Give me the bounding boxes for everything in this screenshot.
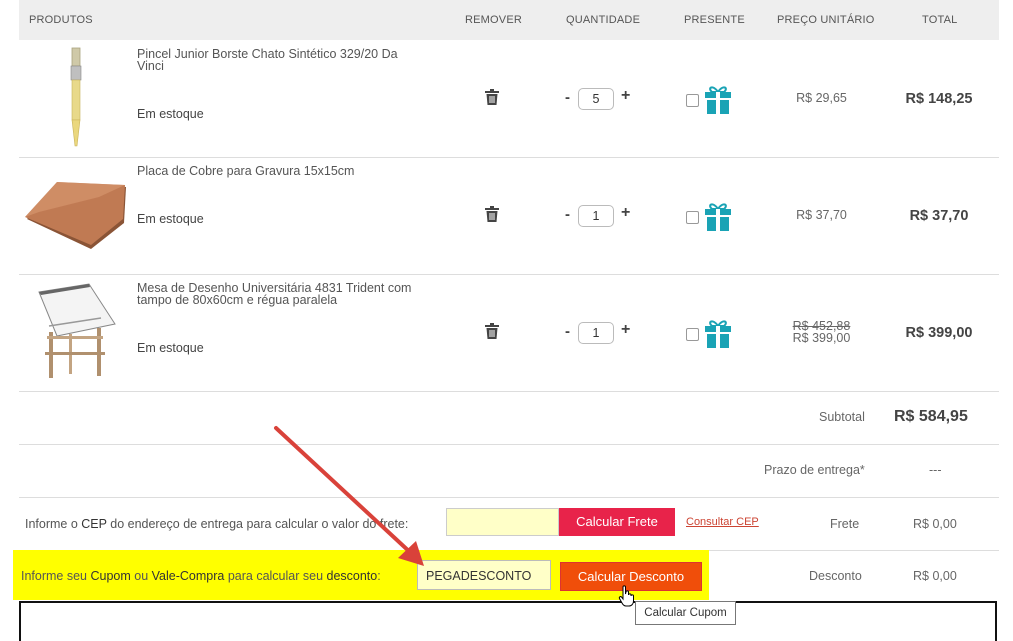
line-total: R$ 37,70	[909, 208, 969, 224]
coupon-text-cupom: Cupom	[90, 569, 131, 583]
calculate-shipping-button[interactable]: Calcular Frete	[559, 508, 675, 536]
delivery-time-row: Prazo de entrega* ---	[19, 445, 999, 498]
unit-price: R$ 29,65	[759, 91, 884, 105]
coupon-text-1: Informe seu	[21, 569, 91, 583]
subtotal-row: Subtotal R$ 584,95	[19, 391, 999, 445]
trash-icon[interactable]	[485, 323, 499, 339]
unit-price-value: R$ 29,65	[796, 91, 847, 105]
subtotal-value: R$ 584,95	[894, 408, 968, 425]
unit-price: R$ 452,88 R$ 399,00	[759, 320, 884, 345]
hand-pointer-icon	[618, 585, 634, 607]
cep-input[interactable]	[446, 508, 559, 536]
coupon-text-3: para calcular seu	[224, 569, 327, 583]
gift-checkbox[interactable]	[686, 211, 699, 224]
cart-item-row: Pincel Junior Borste Chato Sintético 329…	[19, 40, 999, 158]
product-image-copper-plate[interactable]	[19, 157, 129, 274]
delivery-time-label: Prazo de entrega*	[764, 463, 865, 477]
line-total: R$ 148,25	[905, 91, 973, 107]
quantity-stepper: - 1 +	[565, 321, 637, 344]
gift-icon	[705, 86, 731, 114]
gift-checkbox[interactable]	[686, 94, 699, 107]
product-image-drawing-table[interactable]	[19, 274, 129, 391]
header-presente: PRESENTE	[684, 14, 745, 26]
qty-increase-button[interactable]: +	[621, 204, 630, 222]
gift-icon	[705, 320, 731, 348]
product-name-link[interactable]: Pincel Junior Borste Chato Sintético 329…	[137, 48, 427, 73]
tooltip: Calcular Cupom	[635, 601, 736, 625]
header-produtos: PRODUTOS	[29, 14, 93, 26]
header-quantidade: QUANTIDADE	[566, 14, 641, 26]
shipping-text-2: do endereço de entrega para calcular o v…	[106, 517, 409, 531]
product-name-link[interactable]: Mesa de Desenho Universitária 4831 Tride…	[137, 282, 427, 307]
gift-checkbox[interactable]	[686, 328, 699, 341]
quantity-input[interactable]: 1	[578, 322, 614, 344]
consult-cep-link[interactable]: Consultar CEP	[686, 516, 759, 528]
coupon-input[interactable]: PEGADESCONTO	[417, 560, 551, 590]
qty-decrease-button[interactable]: -	[565, 323, 575, 340]
shipping-value: R$ 0,00	[913, 517, 957, 531]
trash-icon[interactable]	[485, 206, 499, 222]
qty-decrease-button[interactable]: -	[565, 89, 575, 106]
delivery-time-value: ---	[929, 463, 942, 477]
discount-value: R$ 0,00	[913, 569, 957, 583]
subtotal-label: Subtotal	[819, 410, 865, 424]
qty-increase-button[interactable]: +	[621, 321, 630, 339]
stock-status: Em estoque	[137, 341, 204, 355]
shipping-text-1: Informe o	[25, 517, 82, 531]
gift-icon	[705, 203, 731, 231]
quantity-input[interactable]: 1	[578, 205, 614, 227]
qty-increase-button[interactable]: +	[621, 87, 630, 105]
unit-price-value: R$ 37,70	[796, 208, 847, 222]
quantity-stepper: - 1 +	[565, 204, 637, 227]
shipping-instructions: Informe o CEP do endereço de entrega par…	[25, 517, 408, 531]
quantity-stepper: - 5 +	[565, 87, 637, 110]
coupon-instructions: Informe seu Cupom ou Vale-Compra para ca…	[21, 569, 381, 583]
discount-label: Desconto	[809, 569, 862, 583]
shipping-label: Frete	[830, 517, 860, 531]
coupon-text-vale: Vale-Compra	[151, 569, 225, 583]
header-preco-unitario: PREÇO UNITÁRIO	[777, 14, 875, 26]
cart-table: PRODUTOS REMOVER QUANTIDADE PRESENTE PRE…	[19, 0, 999, 40]
cart-item-row: Placa de Cobre para Gravura 15x15cm Em e…	[19, 157, 999, 275]
stock-status: Em estoque	[137, 212, 204, 226]
line-total: R$ 399,00	[905, 325, 973, 341]
qty-decrease-button[interactable]: -	[565, 206, 575, 223]
cart-item-row: Mesa de Desenho Universitária 4831 Tride…	[19, 274, 999, 392]
unit-price-value: R$ 399,00	[792, 331, 851, 345]
product-name-link[interactable]: Placa de Cobre para Gravura 15x15cm	[137, 165, 427, 178]
stock-status: Em estoque	[137, 107, 204, 121]
header-total: TOTAL	[922, 14, 958, 26]
coupon-text-4: :	[377, 569, 381, 583]
trash-icon[interactable]	[485, 89, 499, 105]
header-remover: REMOVER	[465, 14, 523, 26]
cart-header: PRODUTOS REMOVER QUANTIDADE PRESENTE PRE…	[19, 0, 999, 40]
next-section-box	[19, 601, 997, 641]
coupon-text-2: ou	[130, 569, 152, 583]
shipping-text-cep: CEP	[81, 517, 107, 531]
unit-price: R$ 37,70	[759, 208, 884, 222]
coupon-text-desconto: desconto	[326, 569, 378, 583]
quantity-input[interactable]: 5	[578, 88, 614, 110]
product-image-brush[interactable]	[19, 40, 129, 157]
